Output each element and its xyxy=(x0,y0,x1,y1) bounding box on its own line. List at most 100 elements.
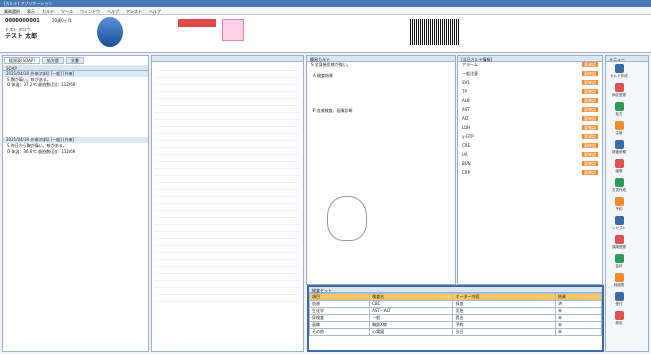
order-row[interactable] xyxy=(154,127,301,134)
menu-item[interactable]: ヘルプ xyxy=(149,9,161,14)
menu-item[interactable]: ウィンドウ xyxy=(80,9,100,14)
grid-row[interactable]: 尿検査 一般 提出未 xyxy=(308,314,602,322)
right-list-item[interactable]: TP 要確認 xyxy=(458,89,602,98)
order-row[interactable] xyxy=(154,204,301,211)
order-row[interactable] xyxy=(154,169,301,176)
order-row[interactable] xyxy=(154,85,301,92)
grid-cell: 未 xyxy=(555,321,602,329)
status-badge: 要確認 xyxy=(582,125,598,131)
right-list-item[interactable]: アラーム 要確認 xyxy=(458,62,602,71)
menu-item[interactable]: ヘルプ xyxy=(107,9,119,14)
order-row[interactable] xyxy=(154,218,301,225)
grid-cell: 至急 xyxy=(452,307,556,315)
order-row[interactable] xyxy=(154,141,301,148)
order-row[interactable] xyxy=(154,295,301,302)
order-row[interactable] xyxy=(154,267,301,274)
sidebar-button[interactable]: カルテ作成 xyxy=(606,62,632,81)
order-row[interactable] xyxy=(154,246,301,253)
sidebar-button[interactable]: 経過表 xyxy=(606,271,632,290)
right-list-item[interactable]: 一般注意 要確認 xyxy=(458,71,602,80)
sidebar-button[interactable]: 画像 xyxy=(606,157,632,176)
order-row[interactable] xyxy=(154,148,301,155)
grid-row[interactable]: 生化学 AST・ALT 至急未 xyxy=(308,307,602,315)
grid-header-cell: 結果 xyxy=(555,293,602,301)
right-list-item[interactable]: ALT 要確認 xyxy=(458,116,602,125)
barcode xyxy=(410,19,460,45)
order-row[interactable] xyxy=(154,113,301,120)
sidebar-button[interactable]: 病名登録 xyxy=(606,81,632,100)
order-row[interactable] xyxy=(154,78,301,85)
item-label: ALB xyxy=(462,98,470,103)
order-row[interactable] xyxy=(154,162,301,169)
order-row[interactable] xyxy=(154,232,301,239)
menu-item[interactable]: 業務選択 xyxy=(4,9,20,14)
item-label: TP xyxy=(462,89,467,94)
menu-item[interactable]: カルテ xyxy=(42,9,54,14)
right-list-item[interactable]: SV1 要確認 xyxy=(458,80,602,89)
item-label: CRE xyxy=(462,143,471,148)
order-row[interactable] xyxy=(154,288,301,295)
order-row[interactable] xyxy=(154,239,301,246)
right-list-item[interactable]: γ-GTP 要確認 xyxy=(458,134,602,143)
right-list-item[interactable]: CRE 要確認 xyxy=(458,143,602,152)
order-row[interactable] xyxy=(154,281,301,288)
order-row[interactable] xyxy=(154,155,301,162)
order-row[interactable] xyxy=(154,260,301,267)
right-list-item[interactable]: ALB 要確認 xyxy=(458,98,602,107)
sidebar-button[interactable]: 会計 xyxy=(606,252,632,271)
tab-1[interactable]: 処方歴 xyxy=(41,57,64,64)
tab-0[interactable]: 経過表(SOAP) xyxy=(4,57,40,64)
right-list-item[interactable]: AST 要確認 xyxy=(458,107,602,116)
sidebar-button[interactable]: レセプト xyxy=(606,214,632,233)
status-badge: 要確認 xyxy=(582,161,598,167)
grid-row[interactable]: その他 心電図 当日未 xyxy=(308,328,602,336)
order-row[interactable] xyxy=(154,92,301,99)
grid-header-cell: オーダー内容 xyxy=(452,293,556,301)
sidebar-button[interactable]: 検査依頼 xyxy=(606,138,632,157)
order-row[interactable] xyxy=(154,120,301,127)
status-badge: 要確認 xyxy=(582,170,598,176)
order-row[interactable] xyxy=(154,64,301,71)
order-row[interactable] xyxy=(154,211,301,218)
right-list-item[interactable]: CRP 要確認 xyxy=(458,170,602,179)
order-row[interactable] xyxy=(154,253,301,260)
grid-row[interactable]: 画像 胸部X線 予約未 xyxy=(308,321,602,329)
order-row[interactable] xyxy=(154,99,301,106)
grid-cell: AST・ALT xyxy=(369,307,454,315)
sidebar-button[interactable]: 保険登録 xyxy=(606,233,632,252)
order-row[interactable] xyxy=(154,225,301,232)
menu-item[interactable]: 表示 xyxy=(27,9,35,14)
sidebar-button[interactable]: 注射 xyxy=(606,119,632,138)
order-row[interactable] xyxy=(154,106,301,113)
grid-cell: 画像 xyxy=(308,321,371,329)
status-badge: 要確認 xyxy=(582,62,598,68)
sidebar-label: 画像 xyxy=(615,169,623,174)
sidebar-button[interactable]: 文書作成 xyxy=(606,176,632,195)
alert-icon[interactable] xyxy=(222,19,244,41)
sidebar-button[interactable]: 処方 xyxy=(606,100,632,119)
item-label: AST xyxy=(462,107,470,112)
item-label: アラーム xyxy=(462,62,478,67)
menu-item[interactable]: アシスト xyxy=(126,9,142,14)
grid-cell: 当日 xyxy=(452,328,556,336)
sidebar-label: 受付 xyxy=(615,302,623,307)
order-row[interactable] xyxy=(154,183,301,190)
right-list-item[interactable]: LDH 要確認 xyxy=(458,125,602,134)
tab-2[interactable]: 文書 xyxy=(65,57,84,64)
menu-item[interactable]: ツール xyxy=(61,9,73,14)
sidebar-button[interactable]: 受付 xyxy=(606,290,632,309)
grid-row[interactable]: 血液 CBC 採血済 xyxy=(308,300,602,308)
order-row[interactable] xyxy=(154,134,301,141)
sidebar-button[interactable]: 設定 xyxy=(606,309,632,328)
right-list-item[interactable]: UA 要確認 xyxy=(458,152,602,161)
order-row[interactable] xyxy=(154,71,301,78)
sidebar-label: 保険登録 xyxy=(612,245,626,250)
sidebar-button[interactable]: 予約 xyxy=(606,195,632,214)
order-row[interactable] xyxy=(154,197,301,204)
order-row[interactable] xyxy=(154,274,301,281)
order-row[interactable] xyxy=(154,190,301,197)
status-badge: 要確認 xyxy=(582,116,598,122)
order-row[interactable] xyxy=(154,176,301,183)
bottom-grid: 項目 検査名 オーダー内容 結果 血液 CBC 採血済生化学 AST・ALT 至急未尿検査 一般提… xyxy=(308,293,602,336)
right-list-item[interactable]: BUN 要確認 xyxy=(458,161,602,170)
